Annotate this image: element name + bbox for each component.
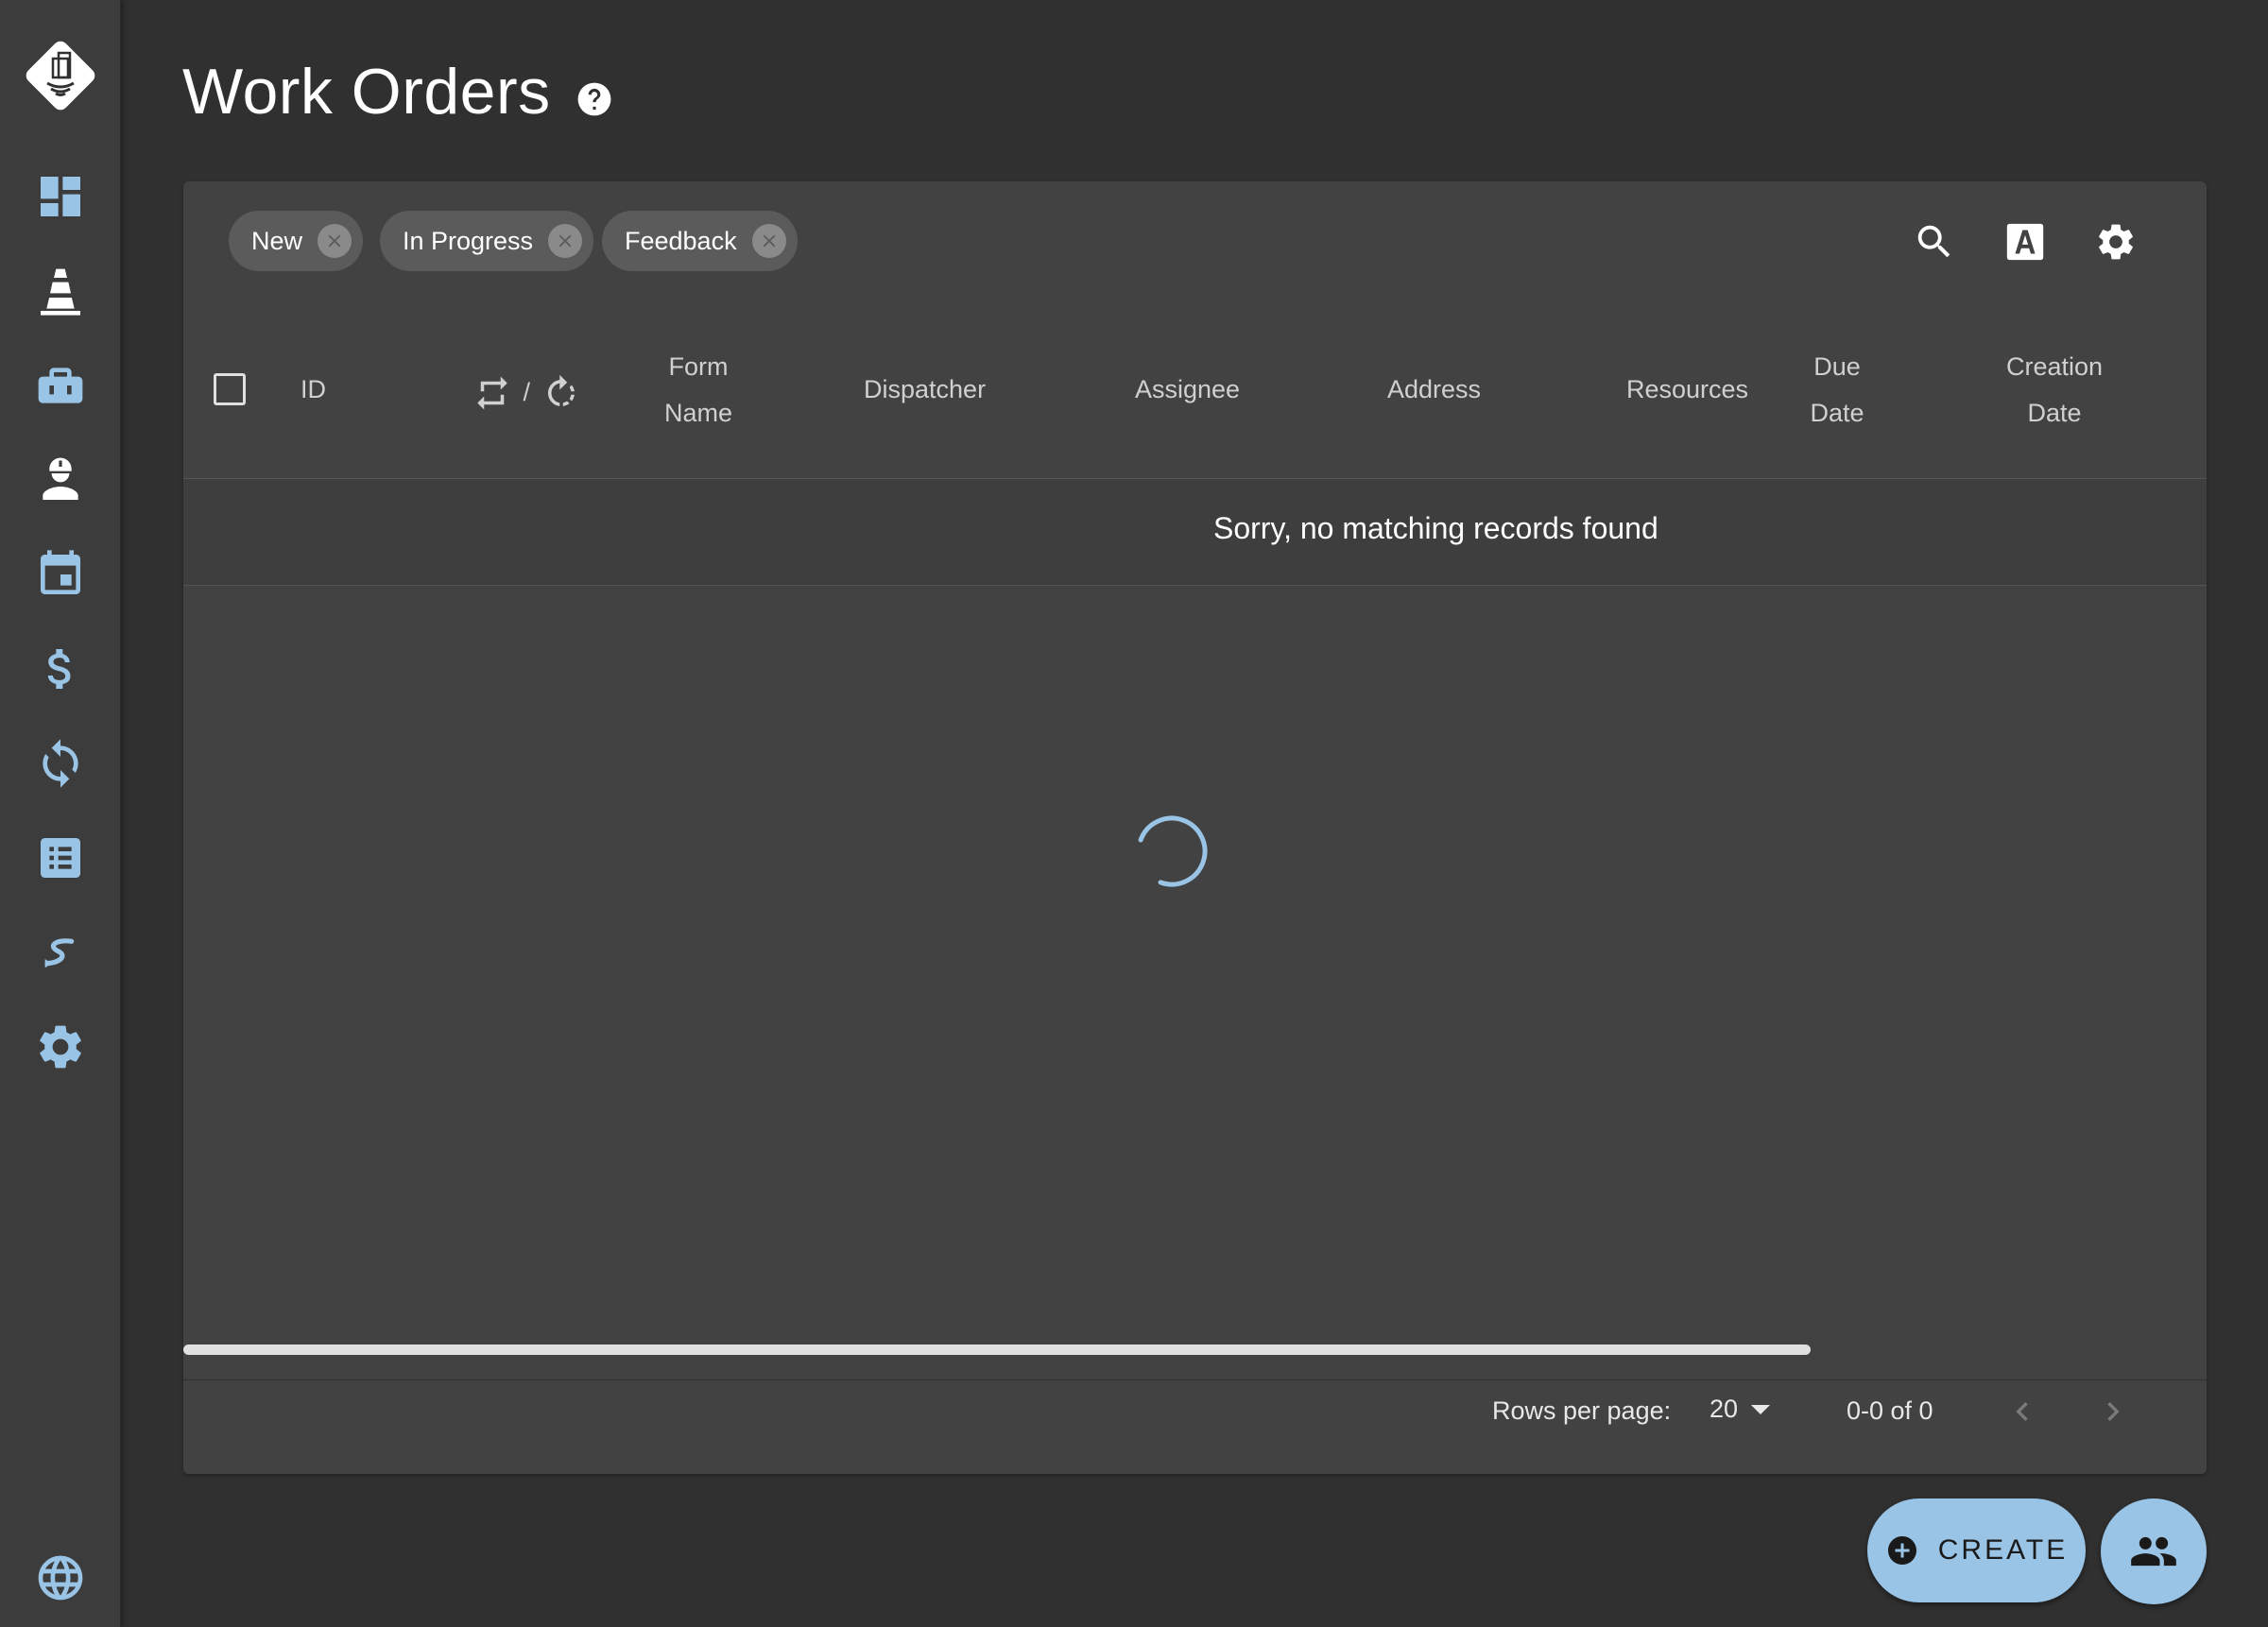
rows-per-page-select[interactable]: 20 (1710, 1395, 1771, 1424)
filter-chip-feedback: Feedback (602, 211, 798, 271)
column-header-assignee[interactable]: Assignee (1135, 367, 1240, 413)
empty-state-row: Sorry, no matching records found (183, 479, 2207, 586)
route-icon[interactable] (28, 920, 93, 985)
rows-per-page-value: 20 (1710, 1395, 1739, 1423)
filter-chip-in-progress: In Progress (380, 211, 594, 271)
chevron-right-icon (2107, 1402, 2120, 1421)
globe-icon[interactable] (28, 1546, 93, 1610)
filter-chip-label: In Progress (403, 226, 534, 255)
chip-remove-icon[interactable] (318, 224, 352, 258)
chip-remove-icon[interactable] (751, 224, 786, 258)
pagination-range: 0-0 of 0 (1847, 1396, 1933, 1425)
traffic-cone-icon[interactable] (28, 259, 93, 323)
column-header-dispatcher[interactable]: Dispatcher (864, 367, 986, 413)
empty-state-message: Sorry, no matching records found (1213, 511, 1658, 545)
list-icon[interactable] (28, 826, 93, 890)
repeat-icon (477, 376, 507, 410)
settings-icon[interactable] (2089, 215, 2142, 268)
sidebar (0, 0, 121, 1627)
column-header-creation-date[interactable]: Creation Date (1998, 344, 2111, 437)
chevron-left-icon (2016, 1402, 2028, 1421)
dollar-icon[interactable] (28, 637, 93, 701)
column-header-id[interactable]: ID (301, 367, 326, 413)
add-circle-icon (1887, 1536, 1916, 1565)
filter-chip-new: New (229, 211, 364, 271)
search-icon[interactable] (1908, 215, 1961, 268)
column-header-resources[interactable]: Resources (1626, 367, 1748, 413)
calendar-icon[interactable] (28, 542, 93, 607)
filter-chip-label: Feedback (625, 226, 737, 255)
select-all-checkbox[interactable] (214, 373, 246, 405)
next-page-button[interactable] (2087, 1385, 2139, 1438)
app-logo[interactable] (21, 36, 100, 115)
toolbox-icon[interactable] (28, 353, 93, 418)
work-orders-table-card: New In Progress Feedback ID / Form Name … (183, 181, 2207, 1474)
table-footer (183, 1379, 2207, 1474)
column-header-recurrence[interactable]: / (472, 368, 581, 416)
column-header-due-date[interactable]: Due Date (1799, 344, 1875, 437)
loading-spinner-icon (1138, 815, 1208, 887)
create-button[interactable]: CREATE (1867, 1499, 2086, 1602)
font-toggle-icon[interactable] (1999, 215, 2052, 268)
chevron-down-icon (1751, 1404, 1771, 1414)
team-button[interactable] (2101, 1499, 2207, 1604)
sync-icon[interactable] (28, 731, 93, 796)
dashboard-icon[interactable] (28, 164, 93, 229)
gear-icon[interactable] (28, 1015, 93, 1079)
column-header-address[interactable]: Address (1387, 367, 1481, 413)
rotate-icon (547, 374, 575, 406)
column-header-form-name[interactable]: Form Name (646, 344, 750, 437)
worker-icon[interactable] (28, 448, 93, 512)
create-button-label: CREATE (1937, 1534, 2069, 1566)
people-icon (2131, 1536, 2176, 1567)
page-title: Work Orders (182, 56, 551, 128)
chip-remove-icon[interactable] (548, 224, 583, 258)
horizontal-scrollbar[interactable] (183, 1344, 1811, 1355)
previous-page-button[interactable] (1996, 1385, 2049, 1438)
filter-chip-label: New (251, 226, 303, 255)
help-icon[interactable] (576, 81, 612, 117)
recurrence-separator: / (523, 378, 531, 407)
rows-per-page-label: Rows per page: (1492, 1396, 1672, 1425)
